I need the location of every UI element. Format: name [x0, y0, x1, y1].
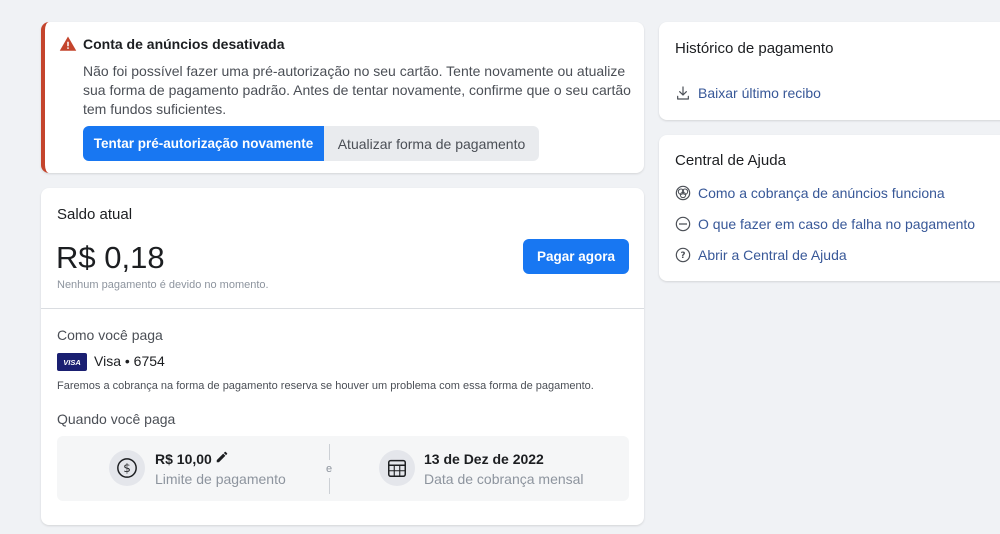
visa-card-icon: VISA	[57, 353, 87, 371]
svg-text:$: $	[123, 461, 131, 475]
payment-schedule-box: $ R$ 10,00 Limite de pagamento e 13 de D…	[57, 436, 629, 501]
payment-limit-value: R$ 10,00	[155, 451, 212, 467]
divider	[41, 308, 644, 309]
help-link-label: O que fazer em caso de falha no pagament…	[698, 216, 976, 232]
payment-history-card: Histórico de pagamento Baixar último rec…	[659, 22, 1000, 120]
billing-date-value: 13 de Dez de 2022	[424, 451, 544, 467]
download-icon	[677, 86, 689, 100]
when-you-pay-title: Quando você paga	[57, 411, 176, 427]
card-label: Visa • 6754	[94, 353, 165, 369]
separator-line	[329, 478, 330, 494]
download-receipt-link[interactable]: Baixar último recibo	[675, 85, 821, 101]
help-center-card: Central de Ajuda Como a cobrança de anún…	[659, 135, 1000, 281]
svg-text:?: ?	[680, 251, 685, 261]
help-link-billing[interactable]: Como a cobrança de anúncios funciona	[675, 185, 945, 201]
account-disabled-alert: Conta de anúncios desativada Não foi pos…	[41, 22, 644, 173]
pencil-icon[interactable]	[215, 450, 229, 464]
calendar-icon	[379, 450, 415, 486]
payment-limit-label: Limite de pagamento	[155, 471, 286, 487]
balance-note: Nenhum pagamento é devido no momento.	[57, 279, 269, 291]
help-link-label: Abrir a Central de Ajuda	[698, 247, 847, 263]
balance-card: Saldo atual R$ 0,18 Nenhum pagamento é d…	[41, 188, 644, 525]
help-link-payment-failure[interactable]: O que fazer em caso de falha no pagament…	[675, 216, 975, 232]
alert-title: Conta de anúncios desativada	[83, 36, 285, 52]
payment-method-title: Como você paga	[57, 327, 163, 343]
payment-history-title: Histórico de pagamento	[675, 40, 834, 57]
question-icon: ?	[675, 247, 691, 263]
pay-now-button[interactable]: Pagar agora	[523, 239, 629, 274]
backup-payment-note: Faremos a cobrança na forma de pagamento…	[57, 380, 594, 392]
retry-preauthorization-button[interactable]: Tentar pré-autorização novamente	[83, 126, 324, 161]
warning-icon	[59, 36, 77, 51]
alert-message: Não foi possível fazer uma pré-autorizaç…	[83, 63, 631, 117]
dollar-icon: $	[109, 450, 145, 486]
billing-icon	[675, 185, 691, 201]
help-center-title: Central de Ajuda	[675, 152, 786, 169]
billing-date-label: Data de cobrança mensal	[424, 471, 584, 487]
and-label: e	[326, 463, 333, 475]
help-link-open-help-center[interactable]: ? Abrir a Central de Ajuda	[675, 247, 847, 263]
balance-title: Saldo atual	[57, 206, 133, 223]
balance-amount: R$ 0,18	[56, 240, 165, 275]
help-link-label: Como a cobrança de anúncios funciona	[698, 185, 945, 201]
separator-line	[329, 444, 330, 460]
download-receipt-label: Baixar último recibo	[698, 85, 821, 101]
update-payment-method-button[interactable]: Atualizar forma de pagamento	[324, 126, 539, 161]
minus-circle-icon	[675, 216, 691, 232]
